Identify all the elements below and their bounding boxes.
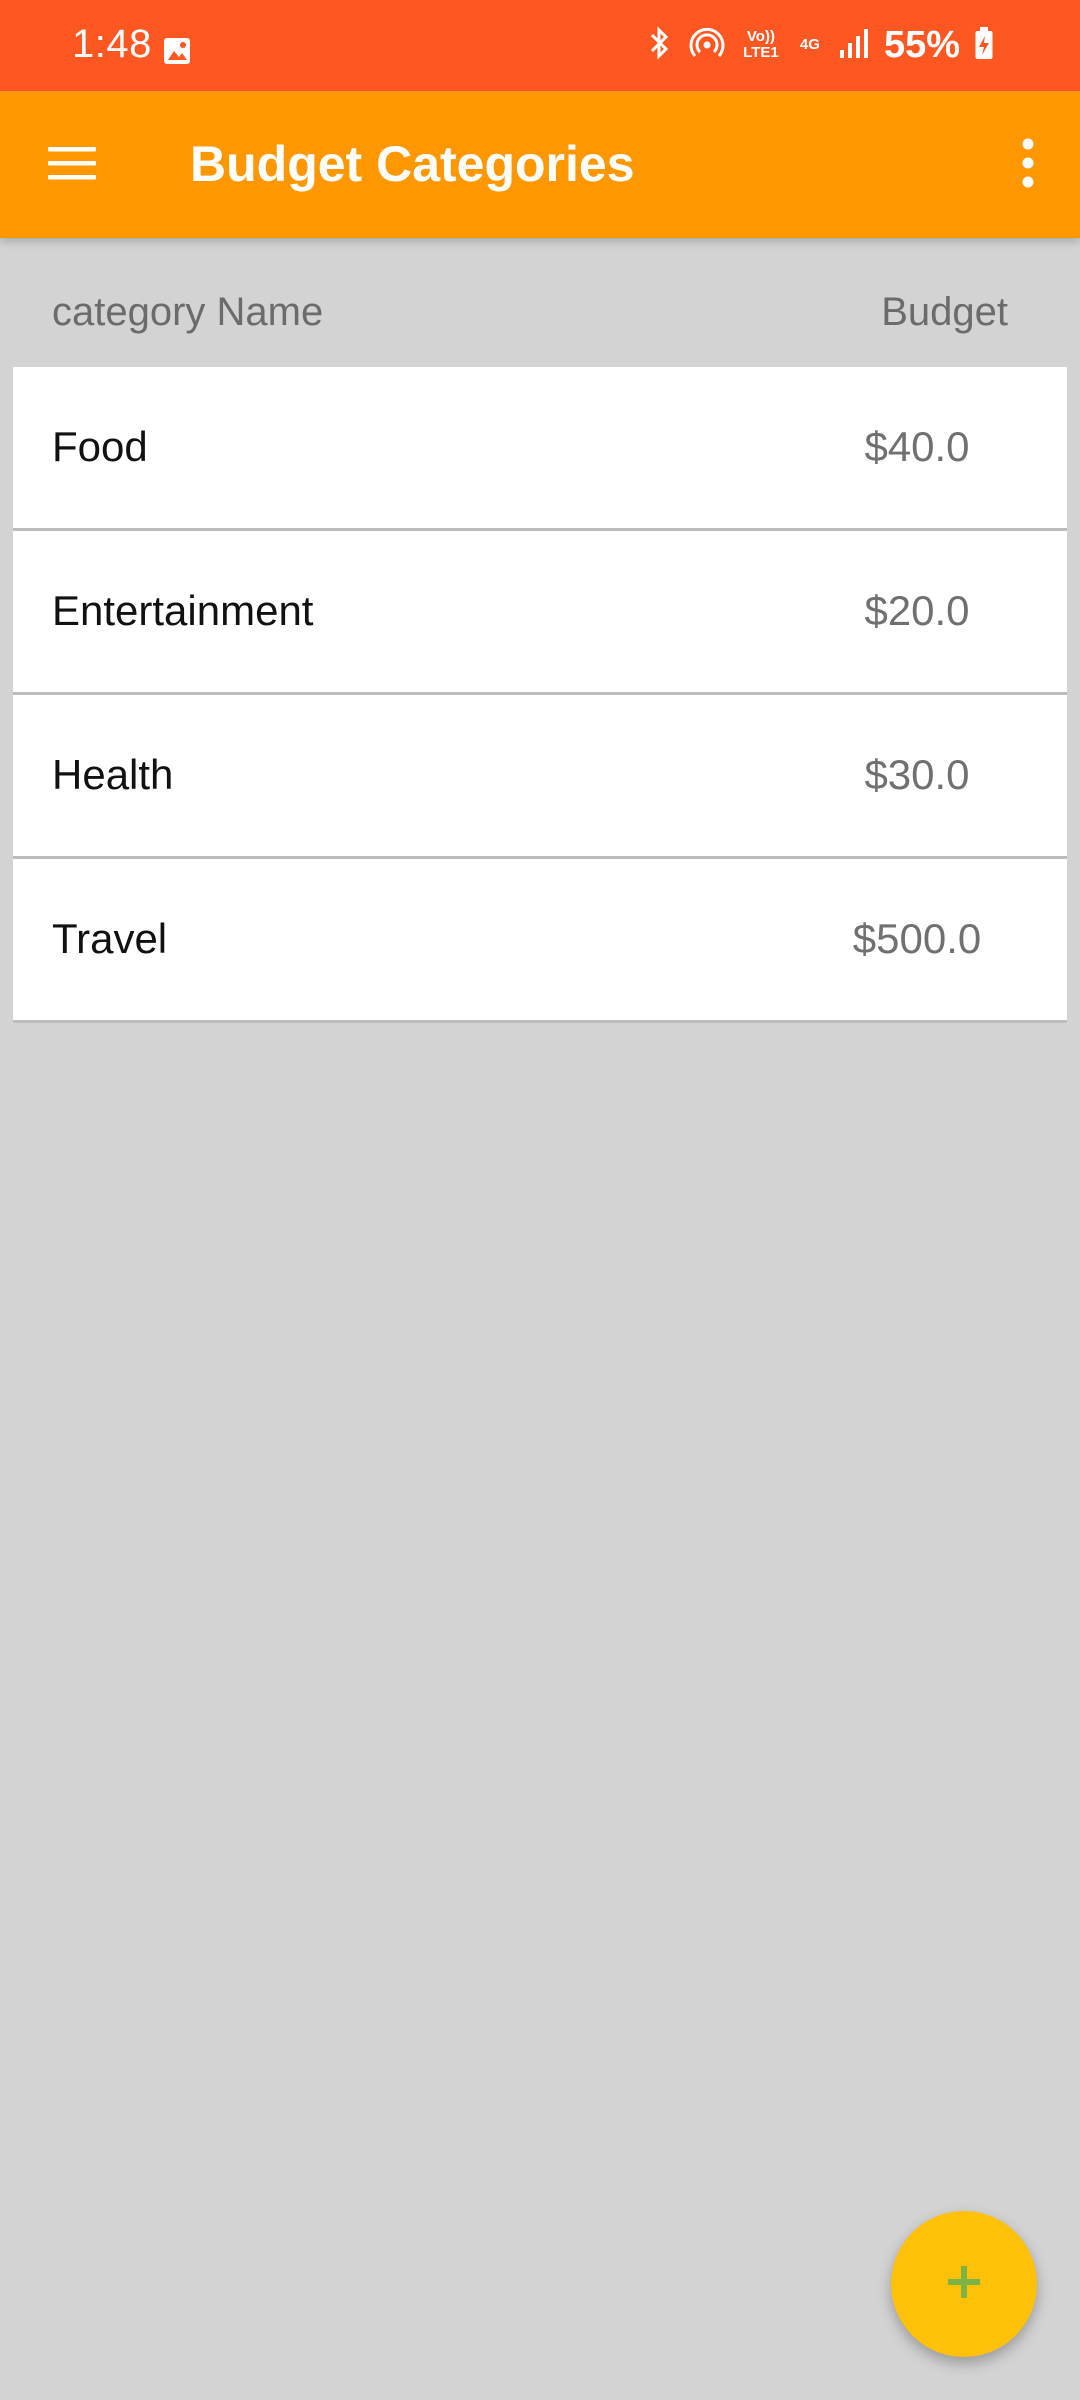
column-header-budget: Budget (881, 290, 1008, 334)
menu-button[interactable] (36, 129, 108, 201)
category-list: Food $40.0 Entertainment $20.0 Health $3… (13, 367, 1067, 1023)
add-icon (944, 2262, 984, 2307)
add-category-button[interactable] (891, 2211, 1037, 2357)
bluetooth-icon (644, 25, 674, 66)
overflow-menu-button[interactable] (992, 129, 1064, 201)
signal-icon (838, 26, 870, 65)
image-notification-icon (162, 36, 192, 66)
list-item[interactable]: Entertainment $20.0 (13, 531, 1067, 695)
category-budget: $500.0 (852, 915, 982, 962)
page-title: Budget Categories (190, 136, 635, 192)
category-name: Health (52, 751, 174, 798)
hotspot-icon (688, 25, 726, 66)
list-item[interactable]: Travel $500.0 (13, 859, 1067, 1023)
volte-label: Vo)) LTE1 (743, 28, 779, 61)
list-item[interactable]: Health $30.0 (13, 695, 1067, 859)
category-name: Entertainment (52, 587, 314, 634)
category-budget: $40.0 (864, 423, 970, 470)
network-type-label: 4G (799, 36, 820, 53)
list-item[interactable]: Food $40.0 (13, 367, 1067, 531)
category-budget: $30.0 (864, 751, 970, 798)
more-vert-icon (1021, 138, 1035, 193)
category-name: Travel (52, 915, 168, 962)
battery-percent: 55% (883, 23, 960, 66)
column-headers: category Name Budget (0, 270, 1080, 360)
category-budget: $20.0 (864, 587, 970, 634)
app-bar: Budget Categories (0, 91, 1080, 238)
category-name: Food (52, 423, 148, 470)
status-bar: 1:48 Vo)) LTE1 4G 55% (0, 0, 1080, 91)
column-header-category-name: category Name (52, 290, 324, 334)
status-icons: Vo)) LTE1 4G 55% (644, 20, 994, 70)
battery-charging-icon (974, 25, 994, 66)
menu-icon (46, 143, 98, 188)
status-time: 1:48 (72, 22, 152, 66)
